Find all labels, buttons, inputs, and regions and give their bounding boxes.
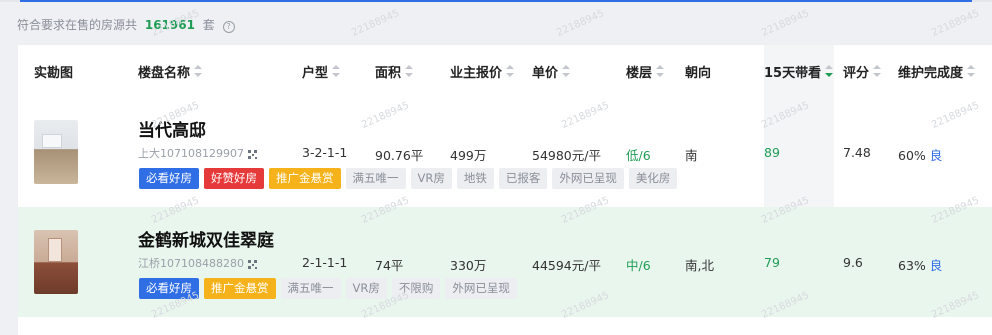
watermark-text: 22188945 bbox=[759, 8, 811, 39]
sort-icon[interactable] bbox=[967, 65, 976, 77]
qrcode-icon[interactable] bbox=[247, 259, 257, 269]
tag-list: 必看好房 好赞好房 推广金悬赏 满五唯一 VR房 地铁 已报客 外网已呈现 美化房 bbox=[139, 168, 678, 189]
maintenance-value: 63% 良 bbox=[898, 258, 943, 273]
listing-code: 江桥107108488280 bbox=[138, 255, 257, 271]
watermark-text: 22188945 bbox=[929, 8, 981, 39]
floor-value: 中/6 bbox=[626, 258, 651, 273]
tag-chip: 满五唯一 bbox=[280, 278, 341, 299]
tag-chip: 满五唯一 bbox=[345, 168, 406, 189]
unit-price-value: 44594元/平 bbox=[532, 258, 601, 273]
tag-chip: 外网已呈现 bbox=[552, 168, 624, 189]
column-header-estate[interactable]: 楼盘名称 bbox=[138, 45, 203, 97]
maintenance-value: 60% 良 bbox=[898, 148, 943, 163]
column-header-unit-price[interactable]: 单价 bbox=[532, 45, 571, 97]
column-header-area[interactable]: 面积 bbox=[375, 45, 414, 97]
price-value: 330万 bbox=[450, 258, 487, 273]
watermark-text: 22188945 bbox=[349, 8, 401, 39]
sort-icon[interactable] bbox=[506, 65, 515, 77]
column-header-maintenance[interactable]: 维护完成度 bbox=[898, 45, 976, 97]
listing-table: 实勘图 楼盘名称 户型 面积 业主报价 单价 楼层 朝向 15天带看 评分 维护… bbox=[18, 45, 992, 335]
sort-icon[interactable] bbox=[194, 65, 203, 77]
top-divider bbox=[0, 0, 992, 2]
listing-photo[interactable] bbox=[34, 120, 78, 184]
column-header-score[interactable]: 评分 bbox=[843, 45, 882, 97]
score-value: 9.6 bbox=[843, 255, 863, 270]
active-indicator bbox=[20, 0, 972, 2]
sort-icon[interactable] bbox=[332, 65, 341, 77]
maintenance-grade: 良 bbox=[929, 148, 943, 163]
listing-code: 上大107108129907 bbox=[138, 145, 257, 161]
sort-icon[interactable] bbox=[873, 65, 882, 77]
tag-chip: 必看好房 bbox=[139, 168, 199, 189]
summary-prefix: 符合要求在售的房源共 bbox=[17, 18, 138, 32]
layout-value: 3-2-1-1 bbox=[302, 145, 348, 160]
listing-row[interactable]: 金鹤新城双佳翠庭 江桥107108488280 2-1-1-1 74平 330万… bbox=[18, 207, 992, 317]
score-value: 7.48 bbox=[843, 145, 871, 160]
orientation-value: 南 bbox=[685, 148, 698, 163]
tag-chip: 推广金悬赏 bbox=[269, 168, 341, 189]
views-value: 89 bbox=[764, 145, 780, 160]
views-value: 79 bbox=[764, 255, 780, 270]
unit-price-value: 54980元/平 bbox=[532, 148, 601, 163]
tag-chip: 推广金悬赏 bbox=[204, 278, 276, 299]
sort-icon[interactable] bbox=[405, 65, 414, 77]
price-value: 499万 bbox=[450, 148, 487, 163]
column-header-price[interactable]: 业主报价 bbox=[450, 45, 515, 97]
tag-chip: 美化房 bbox=[628, 168, 678, 189]
maintenance-grade: 良 bbox=[929, 258, 943, 273]
sort-desc-icon[interactable] bbox=[825, 65, 834, 77]
floor-value: 低/6 bbox=[626, 148, 651, 163]
column-header-floor[interactable]: 楼层 bbox=[626, 45, 665, 97]
estate-title[interactable]: 金鹤新城双佳翠庭 bbox=[138, 226, 274, 251]
orientation-value: 南,北 bbox=[685, 258, 714, 273]
help-icon[interactable]: ? bbox=[222, 21, 235, 33]
listing-photo[interactable] bbox=[34, 230, 78, 294]
column-header-layout[interactable]: 户型 bbox=[302, 45, 341, 97]
tag-chip: 已报客 bbox=[498, 168, 548, 189]
watermark-text: 22188945 bbox=[554, 8, 606, 39]
sort-icon[interactable] bbox=[656, 65, 665, 77]
tag-chip: 好赞好房 bbox=[204, 168, 264, 189]
layout-value: 2-1-1-1 bbox=[302, 255, 348, 270]
tag-chip: VR房 bbox=[345, 278, 387, 299]
qrcode-icon[interactable] bbox=[247, 149, 257, 159]
summary-suffix: 套 bbox=[202, 18, 215, 32]
column-header-photo: 实勘图 bbox=[34, 65, 74, 81]
area-value: 90.76平 bbox=[375, 148, 424, 163]
column-header-orientation: 朝向 bbox=[685, 65, 712, 81]
tag-chip: VR房 bbox=[410, 168, 452, 189]
tag-chip: 地铁 bbox=[456, 168, 494, 189]
column-header-views[interactable]: 15天带看 bbox=[764, 45, 834, 97]
area-value: 74平 bbox=[375, 258, 404, 273]
sort-icon[interactable] bbox=[562, 65, 571, 77]
tag-chip: 外网已呈现 bbox=[445, 278, 517, 299]
result-summary: 符合要求在售的房源共 161961 套 ? bbox=[17, 16, 235, 33]
